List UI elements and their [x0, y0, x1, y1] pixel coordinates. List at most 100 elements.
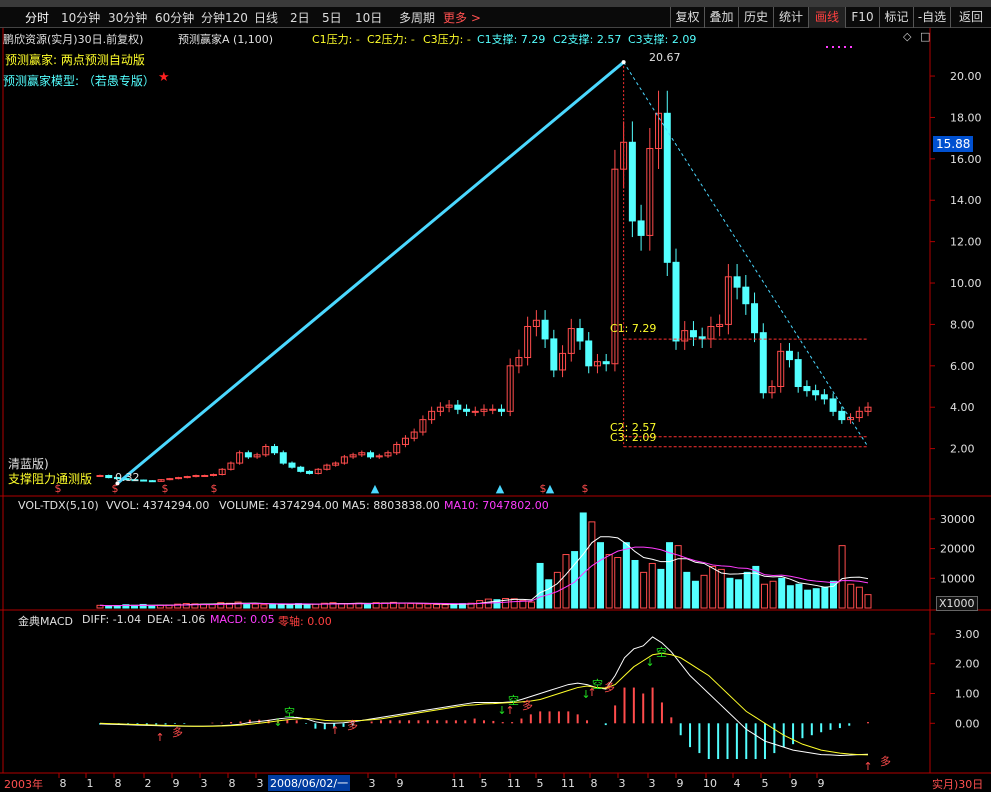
candle-body — [663, 112, 671, 263]
candle-body — [794, 359, 802, 388]
vvol-value: VVOL: 4374294.00 — [106, 499, 210, 512]
x-tick-label: 8 — [115, 777, 122, 790]
candle-body — [201, 475, 209, 478]
volume-bar — [847, 583, 855, 609]
volume-bar — [700, 574, 708, 609]
low-label: 0.32 — [115, 471, 140, 484]
volume-bar — [726, 577, 734, 609]
macd-buy-arrow: ↑ — [863, 760, 872, 773]
signal-marker: $ — [211, 482, 218, 495]
volume-bar — [683, 571, 691, 609]
candle-body — [271, 446, 279, 454]
vol-y-tick-label: 30000 — [940, 513, 975, 526]
y-tick-label: 14.00 — [950, 194, 982, 207]
x-axis-year: 2003年 — [4, 778, 43, 791]
vol-y-tick-label: 10000 — [940, 572, 975, 585]
c1-support: C1支撑: 7.29 — [477, 33, 546, 46]
x-tick-label: 9 — [397, 777, 404, 790]
volume-bar — [346, 603, 354, 609]
volume-bar — [717, 568, 725, 609]
candle-body — [759, 332, 767, 394]
x-tick-label: 8 — [229, 777, 236, 790]
candle-body — [541, 319, 549, 340]
y-tick-label: 18.00 — [950, 111, 982, 124]
header-close-icon[interactable]: □ — [920, 30, 930, 43]
c3-support: C3支撑: 2.09 — [628, 33, 697, 46]
x-tick-label: 1 — [87, 777, 94, 790]
x-tick-label: 11 — [507, 777, 521, 790]
x-tick-label: 8 — [591, 777, 598, 790]
x-tick-label: 9 — [677, 777, 684, 790]
macd-y-tick-label: 3.00 — [955, 628, 980, 641]
candle-body — [751, 303, 759, 334]
macd-sell-arrow: ↓ — [273, 716, 282, 729]
volume-bar — [709, 565, 717, 609]
c3-line-label: C3: 2.09 — [610, 431, 657, 444]
volume-bar — [821, 586, 829, 609]
volume-bar — [804, 589, 812, 609]
candle-body — [148, 480, 156, 483]
candle-body — [305, 470, 313, 474]
x-tick-label: 11 — [451, 777, 465, 790]
x-tick-label: 3 — [649, 777, 656, 790]
candle-body — [288, 462, 296, 468]
volume-bar — [105, 605, 113, 609]
volume-unit: X1000 — [936, 596, 978, 611]
macd-y-tick-label: 2.00 — [955, 658, 980, 671]
volume-bar — [476, 600, 484, 609]
volume-bar — [243, 603, 251, 609]
macd-buy-arrow: ↑ — [330, 724, 339, 737]
macd-buy-arrow: ↑ — [155, 731, 164, 744]
volume-bar — [622, 542, 630, 609]
x-axis-cursor-date: 2008/06/02/一 — [268, 775, 351, 791]
candle-body — [812, 390, 820, 396]
volume-bar — [415, 603, 423, 609]
vol-indicator-name: VOL-TDX(5,10) — [18, 499, 99, 512]
candle-body — [637, 220, 645, 236]
candle-body — [672, 261, 680, 342]
candle-body — [105, 475, 113, 479]
y-tick-label: 20.00 — [950, 70, 982, 83]
candle-body — [689, 330, 697, 338]
macd-y-tick-label: 1.00 — [955, 688, 980, 701]
volume-bar — [424, 603, 432, 609]
volume-bar — [303, 603, 311, 609]
chart-frame — [0, 28, 991, 774]
volume-bar — [441, 604, 449, 609]
volume-bar — [648, 562, 656, 609]
stock-chart[interactable]: 2.004.006.008.0010.0012.0014.0016.0018.0… — [0, 0, 991, 792]
model-line-1: 预测赢家: 两点预测自动版 — [5, 53, 145, 67]
candle-body — [628, 141, 636, 222]
volume-bar — [631, 559, 639, 609]
candle-body — [733, 276, 741, 288]
volume-bar — [510, 598, 518, 609]
volume-bar — [778, 577, 786, 609]
volume-bar — [269, 603, 277, 609]
volume-bar — [855, 586, 863, 609]
candle-body — [602, 361, 610, 365]
volume-bar — [407, 603, 415, 609]
candle-body — [297, 466, 305, 472]
volume-bar — [536, 562, 544, 609]
candle-body — [829, 398, 837, 412]
volume-bar — [795, 583, 803, 609]
macd-sell-label: 空 — [508, 693, 519, 707]
candle-body — [489, 408, 497, 411]
volume-bar — [579, 512, 587, 609]
x-tick-label: 3 — [257, 777, 264, 790]
c2-pressure: C2压力: - — [367, 33, 415, 46]
signal-marker: ▲ — [546, 482, 555, 495]
candle-body — [820, 394, 828, 400]
c3-pressure: C3压力: - — [423, 33, 471, 46]
volume-bar — [433, 603, 441, 609]
y-tick-label: 16.00 — [950, 153, 982, 166]
volume-bar — [786, 585, 794, 609]
x-tick-label: 5 — [537, 777, 544, 790]
dea-line — [99, 652, 869, 756]
header-diamond-icon[interactable]: ◇ — [903, 30, 911, 43]
candle-body — [140, 479, 148, 482]
y-tick-label: 2.00 — [950, 443, 975, 456]
c2-support: C2支撑: 2.57 — [553, 33, 622, 46]
volume-bar — [640, 571, 648, 609]
trendline-down — [623, 61, 869, 448]
